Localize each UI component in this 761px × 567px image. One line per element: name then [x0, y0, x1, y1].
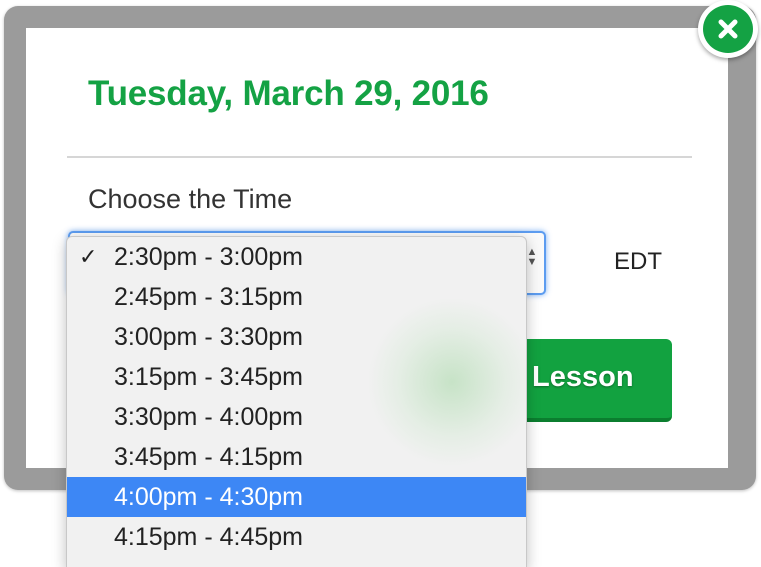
time-option-label: 2:30pm - 3:00pm [114, 243, 303, 271]
time-dropdown-list[interactable]: ✓ 2:30pm - 3:00pm 2:45pm - 3:15pm 3:00pm - … [66, 236, 527, 567]
time-option[interactable]: 4:15pm - 4:45pm [67, 517, 526, 557]
time-option-label: 3:45pm - 4:15pm [114, 443, 303, 471]
timezone-label: EDT [614, 248, 662, 275]
time-option[interactable]: 3:00pm - 3:30pm [67, 317, 526, 357]
lesson-button-label: Lesson [532, 361, 634, 393]
stage: Tuesday, March 29, 2016 Choose the Time … [0, 0, 761, 567]
time-option-label: 4:00pm - 4:30pm [114, 483, 303, 511]
time-option[interactable]: 3:45pm - 4:15pm [67, 437, 526, 477]
close-button[interactable] [698, 0, 758, 58]
choose-time-label: Choose the Time [88, 184, 293, 214]
time-option-label: 3:00pm - 3:30pm [114, 323, 303, 351]
date-title: Tuesday, March 29, 2016 [88, 74, 489, 113]
time-option-label: 3:30pm - 4:00pm [114, 403, 303, 431]
time-option[interactable]: 2:45pm - 3:15pm [67, 277, 526, 317]
time-option[interactable]: ✓ 2:30pm - 3:00pm [67, 237, 526, 277]
checkmark-icon: ✓ [79, 244, 98, 269]
select-arrows-icon: ▲ ▼ [526, 246, 538, 268]
time-option[interactable]: 3:15pm - 3:45pm [67, 357, 526, 397]
time-option-label: 3:15pm - 3:45pm [114, 363, 303, 391]
divider [67, 156, 692, 158]
time-option-label: 2:45pm - 3:15pm [114, 283, 303, 311]
time-option[interactable]: 4:00pm - 4:30pm [67, 477, 526, 517]
close-x-icon [703, 5, 753, 53]
time-option-label: 4:15pm - 4:45pm [114, 523, 303, 551]
time-option[interactable]: 3:30pm - 4:00pm [67, 397, 526, 437]
